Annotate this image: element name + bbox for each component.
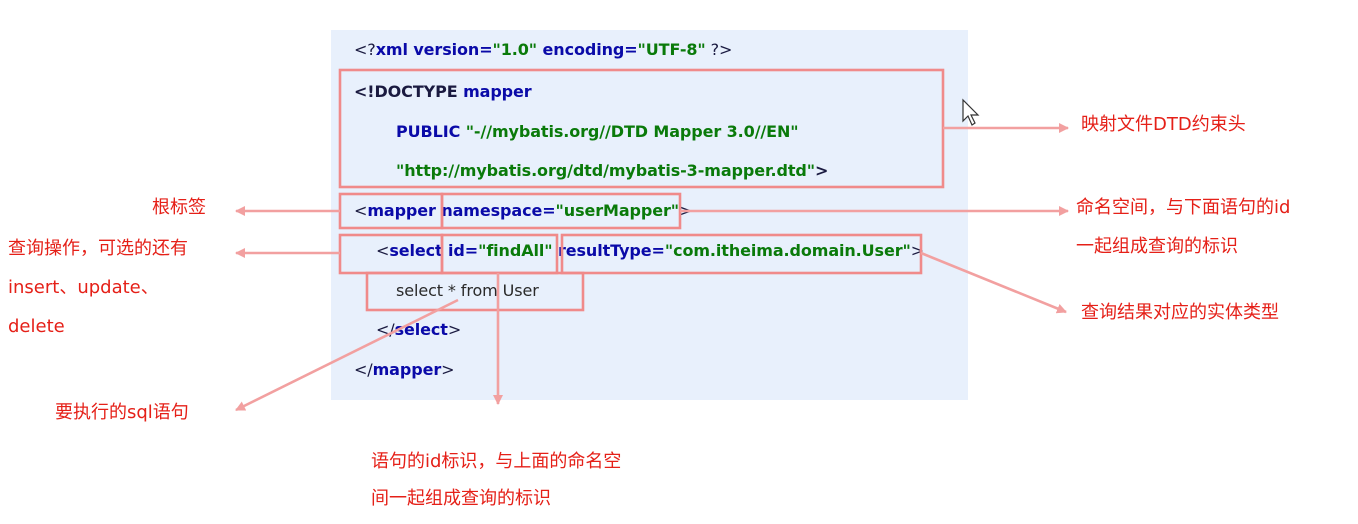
doctype-system-line: "http://mybatis.org/dtd/mybatis-3-mapper… — [396, 161, 828, 180]
select-annotation-line2: insert、update、 — [8, 277, 159, 298]
doctype-close: > — [814, 161, 829, 180]
id-attr: id= — [448, 241, 479, 260]
sql-statement-text: select * from User — [396, 281, 539, 300]
sql-annotation: 要执行的sql语句 — [55, 402, 189, 423]
mapper-open-line: <mapper namespace="userMapper"> — [354, 201, 692, 220]
id-annotation-line1: 语句的id标识，与上面的命名空 — [371, 451, 622, 472]
mapper-close-bracket-end: > — [441, 360, 455, 379]
doctype-keyword: <!DOCTYPE — [354, 82, 464, 101]
select-open-bracket: < — [376, 241, 390, 260]
select-annotation-line3: delete — [8, 316, 65, 337]
doctype-system-url: "http://mybatis.org/dtd/mybatis-3-mapper… — [396, 161, 815, 180]
select-close-bracket-end: > — [447, 320, 462, 339]
xml-decl-encoding-attr: encoding= — [537, 40, 638, 59]
result-type-attr: resultType= — [552, 241, 665, 260]
mapper-close-tag-name: mapper — [372, 360, 442, 379]
mapper-open-close-bracket: > — [679, 201, 693, 220]
mapper-tag-name: mapper — [367, 201, 442, 220]
xml-decl-encoding-value: "UTF-8" — [637, 40, 706, 59]
mapper-close-bracket-open: </ — [354, 360, 373, 379]
select-close-bracket-open: </ — [376, 320, 395, 339]
select-open-close-bracket: > — [910, 241, 925, 260]
result-type-annotation: 查询结果对应的实体类型 — [1081, 302, 1279, 323]
dtd-annotation: 映射文件DTD约束头 — [1081, 114, 1246, 135]
namespace-attr: namespace= — [441, 201, 556, 220]
doctype-public-line: PUBLIC "-//mybatis.org//DTD Mapper 3.0//… — [396, 122, 799, 141]
namespace-annotation-line2: 一起组成查询的标识 — [1076, 236, 1238, 257]
select-close-line: </select> — [376, 320, 461, 339]
doctype-public-keyword: PUBLIC — [396, 122, 466, 141]
result-type-value: "com.itheima.domain.User" — [664, 241, 911, 260]
xml-decl-open: <? — [354, 40, 376, 59]
xml-decl-version-attr: xml version= — [375, 40, 493, 59]
id-annotation-line2: 间一起组成查询的标识 — [371, 488, 551, 509]
doctype-public-id: "-//mybatis.org//DTD Mapper 3.0//EN" — [465, 122, 799, 141]
doctype-line: <!DOCTYPE mapper — [354, 82, 532, 101]
namespace-annotation-line1: 命名空间，与下面语句的id — [1076, 197, 1291, 218]
select-tag-name: select — [389, 241, 449, 260]
xml-decl-version-value: "1.0" — [492, 40, 538, 59]
doctype-root-name: mapper — [463, 82, 532, 101]
select-open-line: <select id="findAll" resultType="com.ith… — [376, 241, 924, 260]
mapper-close-line: </mapper> — [354, 360, 455, 379]
select-annotation-line1: 查询操作，可选的还有 — [8, 238, 188, 259]
namespace-value: "userMapper" — [555, 201, 680, 220]
mapper-open-bracket: < — [354, 201, 368, 220]
xml-decl-close: ?> — [705, 40, 733, 59]
select-close-tag-name: select — [394, 320, 448, 339]
root-tag-annotation: 根标签 — [152, 197, 206, 218]
id-value: "findAll" — [478, 241, 553, 260]
xml-declaration-line: <?xml version="1.0" encoding="UTF-8" ?> — [354, 40, 732, 59]
sql-statement-line: select * from User — [396, 281, 539, 300]
